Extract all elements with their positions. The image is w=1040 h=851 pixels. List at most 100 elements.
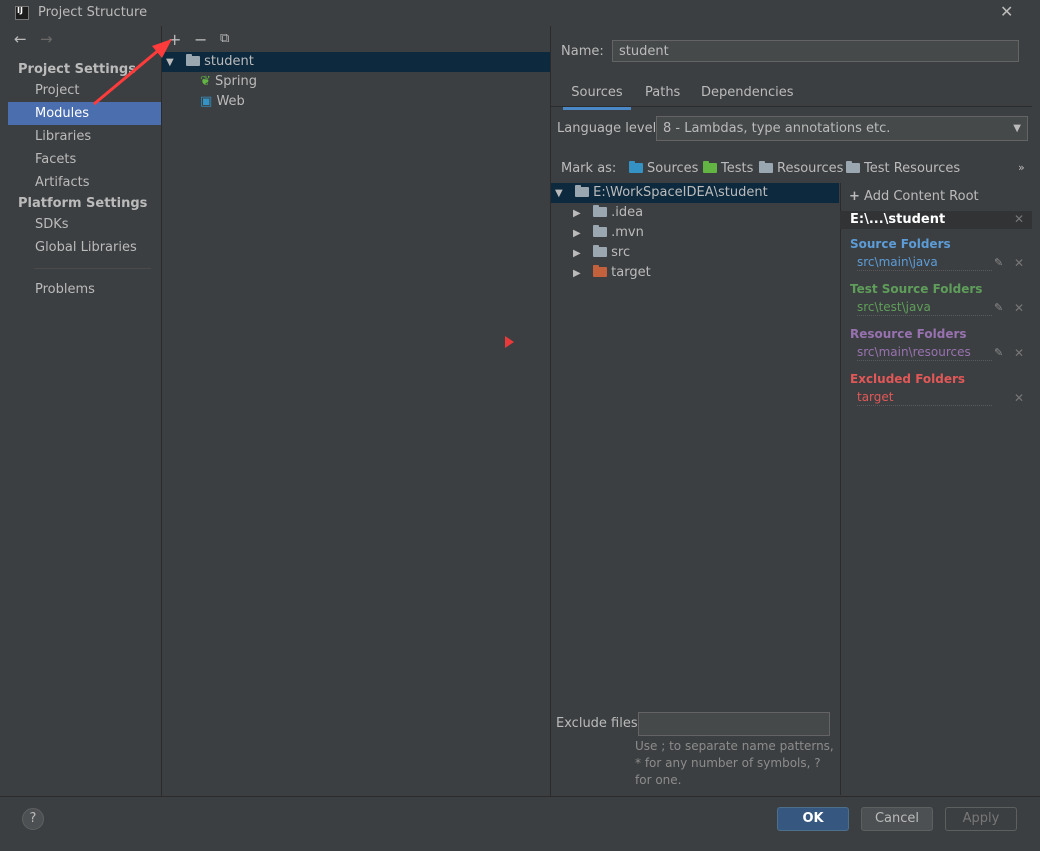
folder-icon — [593, 245, 608, 257]
mark-as-test-resources-button[interactable]: Test Resources — [846, 161, 960, 176]
sidebar-item-libraries[interactable]: Libraries — [8, 125, 161, 148]
annotation-arrow — [93, 39, 172, 106]
chevron-down-icon: ▼ — [1013, 123, 1021, 134]
mark-as-test-resources-label: Test Resources — [864, 161, 961, 176]
name-label: Name: — [561, 44, 604, 59]
exclude-files-label: Exclude files: — [556, 716, 643, 731]
back-arrow-icon[interactable]: ← — [14, 30, 27, 48]
content-tree-item[interactable]: ▶ src — [551, 243, 839, 263]
content-tree-item[interactable]: ▶ .mvn — [551, 223, 839, 243]
resources-folder-icon — [759, 161, 773, 173]
sidebar-item-sdks[interactable]: SDKs — [8, 213, 161, 236]
web-facet-icon: ▣ — [200, 94, 213, 109]
excluded-folders-title: Excluded Folders — [850, 372, 966, 386]
sidebar-item-artifacts[interactable]: Artifacts — [8, 171, 161, 194]
remove-icon[interactable]: ✕ — [1014, 391, 1024, 405]
mark-as-resources-label: Resources — [777, 161, 844, 176]
content-tree-item[interactable]: ▶ target — [551, 263, 839, 283]
collapse-caret-icon[interactable]: ▶ — [573, 224, 585, 244]
language-level-label: Language level: — [557, 121, 661, 136]
excluded-folder-icon — [593, 265, 608, 277]
folder-label: target — [611, 265, 651, 280]
mark-as-tests-label: Tests — [721, 161, 754, 176]
remove-icon[interactable]: ✕ — [1014, 346, 1024, 360]
minus-icon[interactable]: − — [194, 30, 207, 49]
apply-button[interactable]: Apply — [945, 807, 1017, 831]
resource-folder-item[interactable]: src\main\resources — [857, 345, 992, 361]
tabs-divider — [551, 106, 1032, 107]
test-resources-folder-icon — [846, 161, 860, 173]
red-marker — [505, 336, 514, 348]
copy-icon[interactable]: ⧉ — [220, 31, 229, 46]
modules-panel — [162, 26, 551, 796]
section-platform-settings: Platform Settings — [18, 196, 148, 211]
remove-icon[interactable]: ✕ — [1014, 256, 1024, 270]
collapse-caret-icon[interactable]: ▶ — [573, 204, 585, 224]
collapse-caret-icon[interactable]: ▶ — [573, 264, 585, 284]
module-folder-icon — [186, 54, 201, 66]
folder-icon — [575, 185, 590, 197]
module-facet-web[interactable]: ▣ Web — [162, 92, 550, 112]
help-button[interactable]: ? — [22, 808, 44, 830]
sidebar-item-facets[interactable]: Facets — [8, 148, 161, 171]
collapse-caret-icon[interactable]: ▶ — [573, 244, 585, 264]
module-facet-spring[interactable]: ❦ Spring — [162, 72, 550, 92]
sidebar-item-problems[interactable]: Problems — [8, 278, 161, 301]
spring-leaf-icon: ❦ — [200, 74, 211, 89]
folder-icon — [593, 205, 608, 217]
edit-pencil-icon[interactable]: ✎ — [994, 256, 1003, 269]
content-tree-root[interactable]: ▼ E:\WorkSpaceIDEA\student — [551, 183, 839, 203]
facet-label: Spring — [215, 74, 257, 89]
mark-as-label: Mark as: — [561, 161, 617, 176]
test-source-folder-item[interactable]: src\test\java — [857, 300, 992, 316]
exclude-files-input[interactable] — [638, 712, 830, 736]
module-name: student — [204, 54, 254, 69]
source-folders-title: Source Folders — [850, 237, 951, 251]
title-bar — [0, 0, 1040, 26]
tab-paths[interactable]: Paths — [645, 85, 680, 107]
source-folder-item[interactable]: src\main\java — [857, 255, 992, 271]
content-root-panel — [840, 183, 1033, 795]
test-source-folders-title: Test Source Folders — [850, 282, 983, 296]
excluded-folder-item[interactable]: target — [857, 390, 992, 406]
facet-label: Web — [216, 94, 245, 109]
more-chevron-icon[interactable]: » — [1018, 161, 1025, 174]
language-level-value: 8 - Lambdas, type annotations etc. — [663, 121, 891, 136]
folder-icon — [593, 225, 608, 237]
forward-arrow-icon[interactable]: → — [40, 30, 53, 48]
plus-icon: + — [849, 189, 860, 204]
mark-as-resources-button[interactable]: Resources — [759, 161, 843, 176]
annotation-arrow-line — [93, 42, 167, 106]
module-tree-root[interactable]: ▼ student — [162, 52, 550, 72]
resource-folders-title: Resource Folders — [850, 327, 967, 341]
sidebar-item-global-libraries[interactable]: Global Libraries — [8, 236, 161, 259]
sidebar-divider — [34, 268, 151, 269]
add-content-root-button[interactable]: + Add Content Root — [849, 189, 979, 204]
remove-icon[interactable]: ✕ — [1014, 301, 1024, 315]
sources-folder-icon — [629, 161, 643, 173]
mark-as-sources-label: Sources — [647, 161, 699, 176]
content-root-path: E:\WorkSpaceIDEA\student — [593, 185, 768, 200]
intellij-app-icon — [15, 6, 29, 20]
folder-label: .idea — [611, 205, 644, 220]
folder-label: src — [611, 245, 631, 260]
cancel-button[interactable]: Cancel — [861, 807, 933, 831]
exclude-files-hint: Use ; to separate name patterns, * for a… — [635, 739, 834, 787]
tab-dependencies[interactable]: Dependencies — [701, 85, 794, 107]
content-tree-item[interactable]: ▶ .idea — [551, 203, 839, 223]
content-root-header: E:\...\student — [840, 211, 1032, 229]
language-level-dropdown[interactable]: 8 - Lambdas, type annotations etc. ▼ — [656, 116, 1028, 141]
mark-as-tests-button[interactable]: Tests — [703, 161, 753, 176]
tests-folder-icon — [703, 161, 717, 173]
annotation-arrow-head — [152, 39, 172, 58]
edit-pencil-icon[interactable]: ✎ — [994, 346, 1003, 359]
window-title: Project Structure — [38, 5, 148, 20]
edit-pencil-icon[interactable]: ✎ — [994, 301, 1003, 314]
expand-caret-icon[interactable]: ▼ — [555, 184, 567, 204]
add-content-root-label: Add Content Root — [864, 189, 979, 204]
module-name-field[interactable]: student — [612, 40, 1019, 62]
remove-root-icon[interactable]: ✕ — [1014, 212, 1024, 226]
mark-as-sources-button[interactable]: Sources — [629, 161, 698, 176]
close-icon[interactable]: ✕ — [1000, 2, 1013, 21]
ok-button[interactable]: OK — [777, 807, 849, 831]
